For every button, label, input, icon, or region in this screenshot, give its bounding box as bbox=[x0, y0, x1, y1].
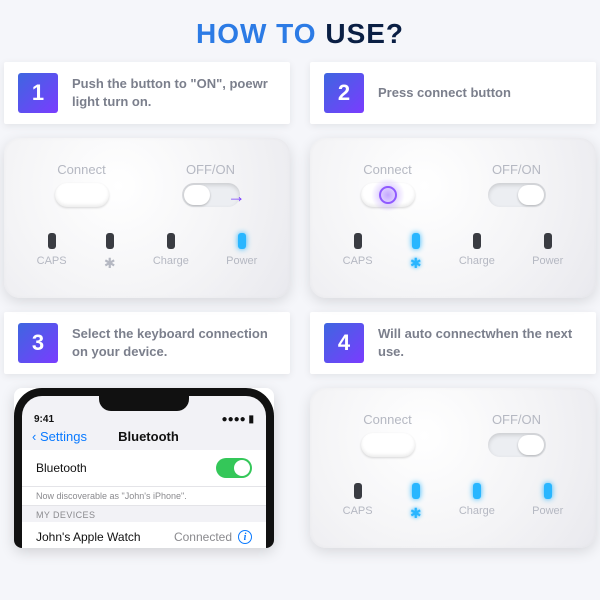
connect-button-pressed[interactable] bbox=[361, 183, 415, 207]
offon-label: OFF/ON bbox=[488, 162, 546, 177]
step-4-header: 4 Will auto connectwhen the next use. bbox=[310, 312, 596, 374]
title-part2: USE? bbox=[325, 18, 404, 49]
step-number-1: 1 bbox=[18, 73, 58, 113]
charge-indicator: Charge bbox=[459, 233, 495, 272]
power-control: OFF/ON bbox=[488, 162, 546, 207]
step-number-3: 3 bbox=[18, 323, 58, 363]
title-part1: HOW TO bbox=[196, 18, 325, 49]
power-switch-on[interactable] bbox=[488, 183, 546, 207]
bluetooth-icon: ✱ bbox=[410, 505, 422, 522]
steps-grid: 1 Push the button to "ON", poewr light t… bbox=[0, 62, 600, 548]
connect-control: Connect bbox=[361, 162, 415, 207]
caps-indicator: CAPS bbox=[343, 233, 373, 272]
power-indicator: Power bbox=[226, 233, 257, 272]
bluetooth-icon: ✱ bbox=[104, 255, 116, 272]
device-panel-step4: Connect OFF/ON CAPS ✱ Charge Power bbox=[310, 388, 596, 548]
step-1-header: 1 Push the button to "ON", poewr light t… bbox=[4, 62, 290, 124]
connect-label: Connect bbox=[361, 162, 415, 177]
power-indicator: Power bbox=[532, 483, 563, 522]
power-control: OFF/ON bbox=[488, 412, 546, 457]
connect-control: Connect bbox=[55, 162, 109, 207]
device-panel-step2: Connect OFF/ON CAPS ✱ Charge Power bbox=[310, 138, 596, 298]
device-panel-step1: Connect OFF/ON → CAPS ✱ Charge Power bbox=[4, 138, 290, 298]
step-2-text: Press connect button bbox=[378, 84, 511, 102]
connect-button[interactable] bbox=[55, 183, 109, 207]
step-2-header: 2 Press connect button bbox=[310, 62, 596, 124]
bluetooth-indicator: ✱ bbox=[410, 483, 422, 522]
phone-notch bbox=[99, 395, 189, 411]
charge-indicator: Charge bbox=[153, 233, 189, 272]
page-title: HOW TO USE? bbox=[0, 0, 600, 62]
caps-indicator: CAPS bbox=[37, 233, 67, 272]
connect-label: Connect bbox=[361, 412, 415, 427]
step-number-4: 4 bbox=[324, 323, 364, 363]
charge-indicator: Charge bbox=[459, 483, 495, 522]
step-4-text: Will auto connectwhen the next use. bbox=[378, 325, 582, 360]
step-number-2: 2 bbox=[324, 73, 364, 113]
phone-mockup: 9:41 ●●●● ▮ ‹ Settings Bluetooth Bluetoo… bbox=[14, 388, 274, 548]
phone-frame bbox=[14, 388, 274, 548]
offon-label: OFF/ON bbox=[182, 162, 240, 177]
step-3-text: Select the keyboard connection on your d… bbox=[72, 325, 276, 360]
bluetooth-icon: ✱ bbox=[410, 255, 422, 272]
power-indicator: Power bbox=[532, 233, 563, 272]
connect-control: Connect bbox=[361, 412, 415, 457]
bluetooth-indicator: ✱ bbox=[410, 233, 422, 272]
power-switch[interactable]: → bbox=[182, 183, 240, 207]
caps-indicator: CAPS bbox=[343, 483, 373, 522]
arrow-right-icon: → bbox=[228, 186, 246, 207]
power-switch-on[interactable] bbox=[488, 433, 546, 457]
offon-label: OFF/ON bbox=[488, 412, 546, 427]
bluetooth-indicator: ✱ bbox=[104, 233, 116, 272]
power-control: OFF/ON → bbox=[182, 162, 240, 207]
step-3-header: 3 Select the keyboard connection on your… bbox=[4, 312, 290, 374]
step-1-text: Push the button to "ON", poewr light tur… bbox=[72, 75, 276, 110]
connect-label: Connect bbox=[55, 162, 109, 177]
connect-button[interactable] bbox=[361, 433, 415, 457]
